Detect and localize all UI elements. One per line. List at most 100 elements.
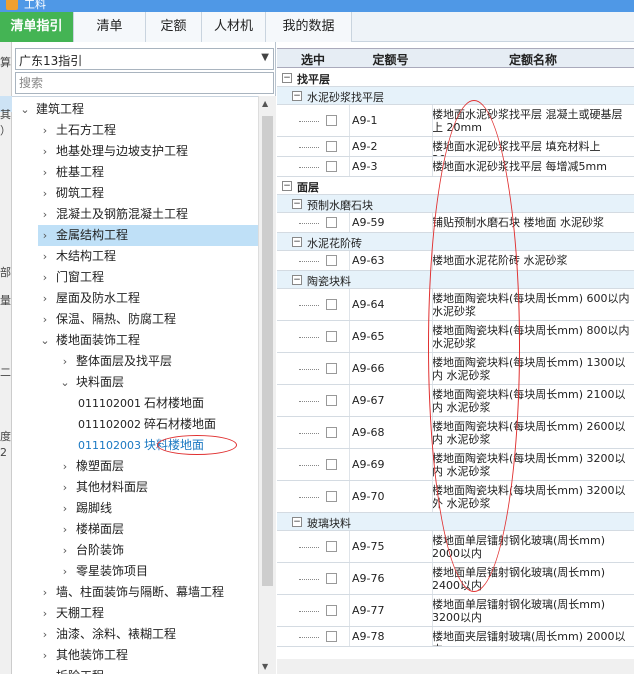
tab-bill[interactable]: 清单 xyxy=(74,12,146,42)
scroll-down-icon[interactable]: ▼ xyxy=(262,662,268,671)
tree-scrollbar[interactable]: ▲ ▼ xyxy=(258,96,276,674)
tree-node-label: 天棚工程 xyxy=(56,606,105,620)
tree-node-label: 橡塑面层 xyxy=(76,459,125,473)
tree-node[interactable]: › 其他装饰工程 xyxy=(38,645,128,666)
search-input[interactable] xyxy=(15,72,274,94)
tab-bill-guide[interactable]: 清单指引 xyxy=(0,12,74,42)
chevron-right-icon[interactable]: › xyxy=(58,456,72,477)
tree-node[interactable]: › 整体面层及找平层 xyxy=(58,351,172,372)
tree-node[interactable]: › 门窗工程 xyxy=(38,267,104,288)
tree-node[interactable]: ⌄ 楼地面装饰工程 xyxy=(38,330,140,351)
chevron-right-icon[interactable]: › xyxy=(58,498,72,519)
tree-node[interactable]: › 金属结构工程 xyxy=(38,225,258,246)
quota-code: A9-59 xyxy=(352,216,385,229)
tree-node[interactable]: › 拆除工程 xyxy=(38,666,104,674)
checkbox-icon[interactable] xyxy=(326,363,337,374)
tree-node[interactable]: 011102001 石材楼地面 xyxy=(78,393,204,414)
chevron-right-icon[interactable]: › xyxy=(38,309,52,330)
tree-node[interactable]: › 踢脚线 xyxy=(58,498,112,519)
checkbox-icon[interactable] xyxy=(326,605,337,616)
quota-code: A9-68 xyxy=(352,426,385,439)
checkbox-icon[interactable] xyxy=(326,459,337,470)
checkbox-icon[interactable] xyxy=(326,631,337,642)
tree-node[interactable]: › 砌筑工程 xyxy=(38,183,104,204)
tree-node[interactable]: › 混凝土及钢筋混凝土工程 xyxy=(38,204,188,225)
minus-box-icon[interactable]: − xyxy=(292,275,302,285)
minus-box-icon[interactable]: − xyxy=(282,73,292,83)
quota-row[interactable]: A9-78 楼地面夹层镭射玻璃(周长mm) 2000以内 xyxy=(277,627,634,647)
tree-node[interactable]: › 木结构工程 xyxy=(38,246,116,267)
checkbox-icon[interactable] xyxy=(326,491,337,502)
chevron-right-icon[interactable]: › xyxy=(38,225,52,246)
tree-node[interactable]: › 油漆、涂料、裱糊工程 xyxy=(38,624,176,645)
tree-node[interactable]: › 零星装饰项目 xyxy=(58,561,148,582)
chevron-right-icon[interactable]: › xyxy=(38,141,52,162)
tree-connector xyxy=(299,121,319,122)
scrollbar-thumb[interactable] xyxy=(262,116,273,586)
column-divider xyxy=(349,595,350,626)
quota-row[interactable]: A9-77 楼地面单层镭射钢化玻璃(周长mm) 3200以内 xyxy=(277,595,634,627)
scroll-up-icon[interactable]: ▲ xyxy=(262,99,268,108)
chevron-right-icon[interactable]: › xyxy=(38,288,52,309)
tree-node[interactable]: › 其他材料面层 xyxy=(58,477,148,498)
checkbox-icon[interactable] xyxy=(326,541,337,552)
minus-box-icon[interactable]: − xyxy=(292,91,302,101)
tree-node[interactable]: › 天棚工程 xyxy=(38,603,104,624)
minus-box-icon[interactable]: − xyxy=(292,237,302,247)
tree-node[interactable]: › 保温、隔热、防腐工程 xyxy=(38,309,176,330)
chevron-right-icon[interactable]: › xyxy=(38,666,52,674)
minus-box-icon[interactable]: − xyxy=(282,181,292,191)
column-divider xyxy=(432,627,433,646)
checkbox-icon[interactable] xyxy=(326,161,337,172)
minus-box-icon[interactable]: − xyxy=(292,517,302,527)
checkbox-icon[interactable] xyxy=(326,573,337,584)
checkbox-icon[interactable] xyxy=(326,299,337,310)
chevron-right-icon[interactable]: › xyxy=(38,246,52,267)
tree-node[interactable]: › 台阶装饰 xyxy=(58,540,124,561)
chevron-right-icon[interactable]: › xyxy=(58,519,72,540)
checkbox-icon[interactable] xyxy=(326,217,337,228)
chevron-right-icon[interactable]: › xyxy=(58,561,72,582)
chevron-right-icon[interactable]: › xyxy=(58,351,72,372)
chevron-right-icon[interactable]: › xyxy=(38,582,52,603)
chevron-right-icon[interactable]: › xyxy=(38,162,52,183)
checkbox-icon[interactable] xyxy=(326,427,337,438)
column-divider xyxy=(349,563,350,594)
chevron-down-icon[interactable]: ⌄ xyxy=(18,99,32,120)
checkbox-icon[interactable] xyxy=(326,395,337,406)
checkbox-icon[interactable] xyxy=(326,331,337,342)
chevron-right-icon[interactable]: › xyxy=(38,624,52,645)
checkbox-icon[interactable] xyxy=(326,255,337,266)
tree-node[interactable]: › 楼梯面层 xyxy=(58,519,124,540)
chevron-right-icon[interactable]: › xyxy=(38,120,52,141)
chevron-right-icon[interactable]: › xyxy=(38,183,52,204)
checkbox-icon[interactable] xyxy=(326,141,337,152)
tree-node[interactable]: › 土石方工程 xyxy=(38,120,116,141)
chevron-right-icon[interactable]: › xyxy=(38,603,52,624)
tree-node[interactable]: › 橡塑面层 xyxy=(58,456,124,477)
checkbox-icon[interactable] xyxy=(326,115,337,126)
tab-my-data[interactable]: 我的数据 xyxy=(266,12,352,42)
minus-box-icon[interactable]: − xyxy=(292,199,302,209)
tab-labor-material-machine[interactable]: 人材机 xyxy=(202,12,266,42)
grid-horizontal-scrollbar[interactable] xyxy=(277,659,634,674)
tab-quota[interactable]: 定额 xyxy=(146,12,202,42)
tree-node[interactable]: › 桩基工程 xyxy=(38,162,104,183)
chevron-right-icon[interactable]: › xyxy=(58,540,72,561)
chevron-right-icon[interactable]: › xyxy=(38,267,52,288)
tree-node-label: 零星装饰项目 xyxy=(76,564,149,578)
tree-node[interactable]: › 地基处理与边坡支护工程 xyxy=(38,141,188,162)
guide-library-select[interactable]: 广东13指引 ▼ xyxy=(15,48,274,70)
tab-bar: 清单指引 清单 定额 人材机 我的数据 xyxy=(0,12,634,42)
chevron-down-icon[interactable]: ⌄ xyxy=(38,330,52,351)
tree-node[interactable]: ⌄ 建筑工程 xyxy=(18,99,84,120)
tree-node[interactable]: 011102002 碎石材楼地面 xyxy=(78,414,216,435)
tree-node[interactable]: › 墙、柱面装饰与隔断、幕墙工程 xyxy=(38,582,224,603)
chevron-right-icon[interactable]: › xyxy=(38,204,52,225)
tree-node[interactable]: ⌄ 块料面层 xyxy=(58,372,124,393)
chevron-down-icon[interactable]: ⌄ xyxy=(58,372,72,393)
chevron-right-icon[interactable]: › xyxy=(38,645,52,666)
column-divider xyxy=(432,563,433,594)
chevron-right-icon[interactable]: › xyxy=(58,477,72,498)
tree-node[interactable]: › 屋面及防水工程 xyxy=(38,288,140,309)
